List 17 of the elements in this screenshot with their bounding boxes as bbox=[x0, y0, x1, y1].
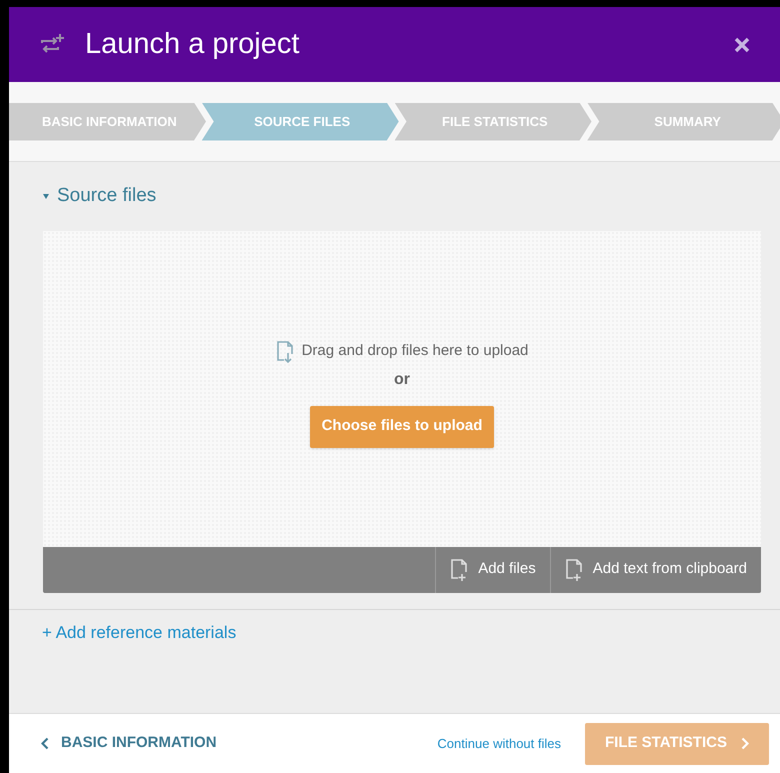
choose-files-button[interactable]: Choose files to upload bbox=[310, 406, 494, 448]
document-download-icon bbox=[276, 340, 294, 364]
continue-link[interactable]: Continue without files bbox=[437, 734, 561, 754]
dialog-title: Launch a project bbox=[85, 26, 300, 62]
back-button[interactable]: BASIC INFORMATION bbox=[41, 732, 217, 755]
chevron-right-icon bbox=[740, 737, 749, 750]
document-plus-icon bbox=[450, 558, 468, 582]
or-label: or bbox=[394, 370, 410, 390]
document-plus-icon bbox=[564, 558, 583, 582]
drop-zone[interactable]: Drag and drop files here to upload or Choose files to upload Add files Add text from clipboard bbox=[43, 230, 761, 592]
drop-hint: Drag and drop files here to upload bbox=[302, 341, 528, 362]
add-reference-link[interactable]: + Add reference materials bbox=[42, 623, 236, 642]
section-toggle[interactable]: Source files bbox=[43, 182, 156, 210]
toolbar-button[interactable]: Add text from clipboard bbox=[550, 546, 761, 592]
close-icon[interactable] bbox=[734, 36, 750, 52]
toolbar-button[interactable]: Add files bbox=[435, 546, 550, 592]
chevron-left-icon bbox=[41, 737, 49, 750]
